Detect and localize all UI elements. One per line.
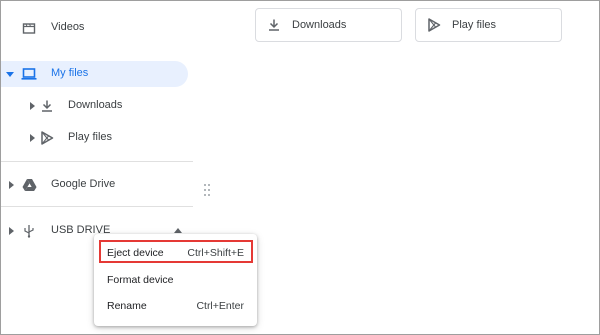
sidebar-item-label: Videos: [51, 21, 85, 33]
download-icon: [267, 18, 281, 32]
download-icon: [39, 98, 55, 114]
sidebar-resize-handle-icon[interactable]: [203, 183, 211, 197]
expand-arrow-icon[interactable]: [27, 101, 37, 111]
annotation-highlight-box: [99, 240, 253, 263]
menu-item-label: Format device: [107, 274, 174, 286]
sidebar-item-label: Downloads: [68, 99, 123, 111]
usb-icon: [21, 223, 37, 239]
sidebar-item-google-drive[interactable]: Google Drive: [1, 172, 188, 198]
sidebar-divider: [1, 206, 193, 207]
sidebar-item-videos[interactable]: Videos: [1, 15, 188, 41]
sidebar-item-downloads[interactable]: Downloads: [1, 93, 188, 119]
expand-arrow-icon[interactable]: [6, 180, 16, 190]
play-store-icon: [39, 130, 55, 146]
expand-arrow-icon[interactable]: [6, 226, 16, 236]
sidebar-item-label: My files: [51, 67, 89, 79]
sidebar-item-label: Google Drive: [51, 178, 116, 190]
sidebar-divider: [1, 161, 193, 162]
folder-tile-label: Play files: [452, 19, 497, 31]
google-drive-icon: [21, 177, 37, 193]
folder-tile-downloads[interactable]: Downloads: [255, 8, 402, 42]
expand-arrow-icon[interactable]: [27, 133, 37, 143]
menu-item-shortcut: Ctrl+Enter: [196, 300, 244, 312]
menu-item-format-device[interactable]: Format device: [94, 268, 257, 292]
files-app-window: Videos My files Downloads Play files Goo…: [0, 0, 600, 335]
menu-item-label: Rename: [107, 300, 147, 312]
play-store-icon: [427, 18, 441, 32]
folder-tile-play-files[interactable]: Play files: [415, 8, 562, 42]
folder-tile-label: Downloads: [292, 19, 347, 31]
laptop-icon: [21, 66, 37, 82]
sidebar-item-my-files[interactable]: My files: [1, 61, 188, 87]
sidebar-item-label: Play files: [68, 131, 113, 143]
menu-item-rename[interactable]: Rename Ctrl+Enter: [94, 294, 257, 318]
sidebar-item-play-files[interactable]: Play files: [1, 125, 188, 151]
videos-icon: [21, 20, 37, 36]
expand-arrow-icon[interactable]: [5, 69, 15, 79]
